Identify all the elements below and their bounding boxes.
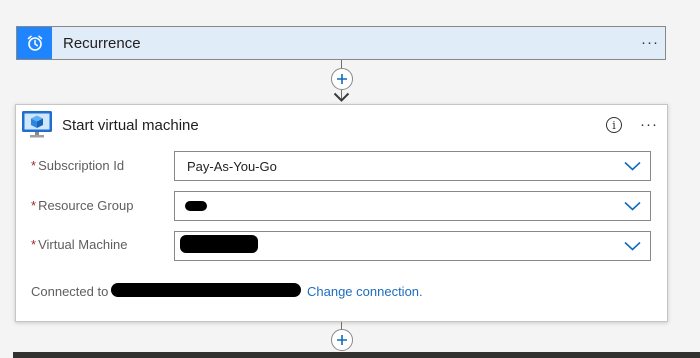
connected-to-label: Connected to — [31, 284, 109, 299]
required-asterisk: * — [31, 158, 37, 173]
start-vm-action-card[interactable]: Start virtual machine i ··· * Subscriptio… — [15, 104, 668, 322]
action-more-button[interactable]: ··· — [640, 116, 658, 133]
subscription-id-label: * Subscription Id — [31, 158, 124, 173]
resource-group-dropdown[interactable] — [174, 191, 651, 221]
subscription-id-value: Pay-As-You-Go — [187, 159, 277, 174]
change-connection-link[interactable]: Change connection. — [307, 284, 423, 299]
virtual-machine-dropdown[interactable] — [174, 231, 651, 261]
resource-group-label-text: Resource Group — [38, 198, 134, 213]
add-step-button[interactable] — [331, 329, 353, 351]
redacted-connection-name — [111, 283, 301, 297]
info-icon[interactable]: i — [606, 117, 622, 133]
chevron-down-icon — [624, 201, 641, 211]
info-glyph: i — [612, 118, 616, 132]
virtual-machine-label-text: Virtual Machine — [38, 237, 128, 252]
action-title: Start virtual machine — [62, 117, 199, 134]
alarm-clock-icon — [17, 27, 52, 59]
arrow-down-icon — [333, 92, 350, 102]
plus-icon — [337, 74, 347, 84]
trigger-title: Recurrence — [63, 34, 141, 52]
redacted-mark — [180, 235, 258, 253]
subscription-id-label-text: Subscription Id — [38, 158, 125, 173]
plus-icon — [337, 335, 347, 345]
required-asterisk: * — [31, 237, 37, 252]
redacted-mark — [185, 201, 207, 211]
resource-group-label: * Resource Group — [31, 198, 133, 213]
required-asterisk: * — [31, 198, 37, 213]
add-step-button[interactable] — [331, 68, 353, 90]
virtual-machine-label: * Virtual Machine — [31, 237, 127, 252]
recurrence-trigger-card[interactable]: Recurrence ··· — [16, 26, 666, 60]
trigger-more-button[interactable]: ··· — [641, 34, 659, 51]
chevron-down-icon — [624, 241, 641, 251]
subscription-id-dropdown[interactable]: Pay-As-You-Go — [174, 151, 651, 181]
chevron-down-icon — [624, 161, 641, 171]
next-card-edge — [13, 352, 700, 358]
virtual-machine-icon — [21, 108, 53, 145]
